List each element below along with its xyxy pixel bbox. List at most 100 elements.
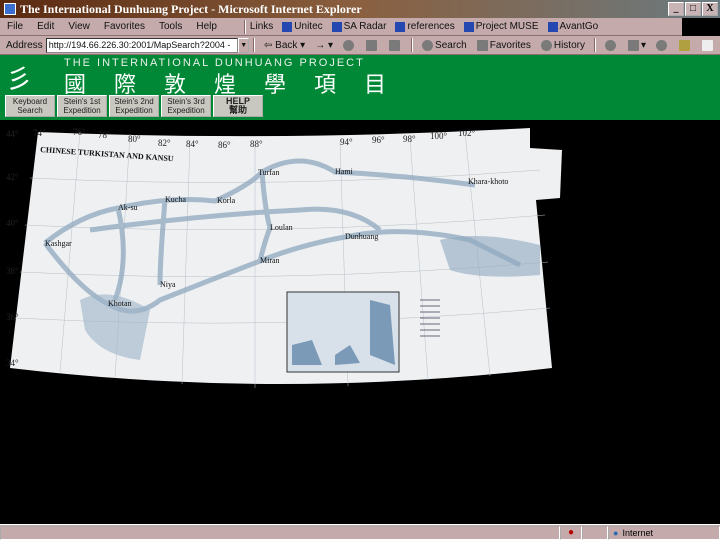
stein-1st-expedition-button[interactable]: Stein's 1st Expedition bbox=[57, 95, 107, 117]
divider bbox=[411, 38, 414, 52]
messenger-button[interactable] bbox=[702, 39, 715, 51]
place-label[interactable]: Miran bbox=[260, 256, 280, 265]
kansu-shading bbox=[440, 236, 540, 277]
menu-file[interactable]: File bbox=[7, 21, 23, 32]
refresh-icon bbox=[366, 39, 378, 51]
link-sa-radar[interactable]: SA Radar bbox=[331, 21, 386, 32]
menu-edit[interactable]: Edit bbox=[37, 21, 54, 32]
print-button[interactable]: ▾ bbox=[627, 39, 646, 51]
close-button[interactable]: X bbox=[702, 2, 718, 16]
coordinate-label: 44° bbox=[6, 129, 19, 139]
stop-button[interactable] bbox=[343, 39, 356, 51]
security-zone: ● Internet bbox=[608, 525, 720, 540]
btn-line: Expedition bbox=[63, 106, 101, 115]
link-label: references bbox=[407, 21, 455, 32]
history-button[interactable]: History bbox=[540, 39, 585, 51]
address-dropdown[interactable]: ▼ bbox=[238, 37, 249, 53]
coordinate-label: 96° bbox=[372, 135, 385, 145]
coordinate-label: 84° bbox=[186, 139, 199, 149]
coordinate-label: 98° bbox=[403, 134, 416, 144]
discuss-button[interactable] bbox=[679, 39, 692, 51]
print-icon bbox=[627, 39, 639, 51]
keyboard-search-button[interactable]: Keyboard Search bbox=[5, 95, 55, 117]
address-label: Address bbox=[6, 39, 43, 51]
help-button[interactable]: HELP 幫助 bbox=[213, 95, 263, 117]
link-label: Project MUSE bbox=[475, 21, 539, 32]
address-input[interactable]: http://194.66.226.30:2001/MapSearch?2004… bbox=[45, 37, 239, 53]
place-label[interactable]: Dunhuang bbox=[345, 232, 378, 241]
coordinate-label: 36° bbox=[6, 312, 19, 322]
btn-line: Stein's 3rd bbox=[167, 97, 205, 106]
address-bar: Address http://194.66.226.30:2001/MapSea… bbox=[0, 36, 720, 55]
title-bar: The International Dunhuang Project - Mic… bbox=[0, 0, 720, 18]
edit-button[interactable] bbox=[656, 39, 669, 51]
place-label[interactable]: Korla bbox=[217, 196, 236, 205]
mail-icon bbox=[604, 39, 616, 51]
link-label: Unitec bbox=[294, 21, 323, 32]
back-button[interactable]: ⇦ Back ▾ bbox=[264, 40, 305, 51]
divider bbox=[593, 38, 596, 52]
btn-line: Expedition bbox=[115, 106, 153, 115]
place-label[interactable]: Hami bbox=[335, 167, 354, 176]
place-label[interactable]: Kucha bbox=[165, 195, 186, 204]
favorites-button[interactable]: Favorites bbox=[476, 39, 531, 51]
btn-line: 幫助 bbox=[228, 105, 247, 115]
minimize-button[interactable]: _ bbox=[668, 2, 684, 16]
link-unitec[interactable]: Unitec bbox=[282, 21, 323, 32]
maximize-button[interactable]: □ bbox=[685, 2, 701, 16]
menu-tools[interactable]: Tools bbox=[159, 21, 182, 32]
search-label: Search bbox=[435, 39, 467, 51]
edit-icon bbox=[656, 39, 667, 51]
map-svg[interactable]: CHINESE TURKISTAN AND KANSU KashgarAk-su… bbox=[0, 120, 720, 524]
link-project-muse[interactable]: Project MUSE bbox=[463, 21, 539, 32]
place-label[interactable]: Khara-khoto bbox=[468, 177, 508, 186]
place-label[interactable]: Kashgar bbox=[45, 239, 72, 248]
divider bbox=[253, 38, 255, 52]
link-references[interactable]: references bbox=[395, 21, 455, 32]
page-icon bbox=[547, 21, 558, 32]
messenger-icon bbox=[702, 39, 713, 51]
stein-2nd-expedition-button[interactable]: Stein's 2nd Expedition bbox=[109, 95, 159, 117]
globe-icon: ● bbox=[613, 527, 619, 538]
coordinate-label: 100° bbox=[430, 131, 448, 141]
favorites-label: Favorites bbox=[489, 39, 531, 51]
idp-banner: 彡 THE INTERNATIONAL DUNHUANG PROJECT 國際敦… bbox=[0, 55, 720, 120]
refresh-button[interactable] bbox=[366, 39, 379, 51]
idp-logo: 彡 bbox=[6, 65, 33, 95]
home-button[interactable] bbox=[389, 39, 402, 51]
menu-view[interactable]: View bbox=[68, 21, 90, 32]
mail-button[interactable] bbox=[604, 39, 618, 51]
status-text bbox=[0, 525, 560, 540]
stein-3rd-expedition-button[interactable]: Stein's 3rd Expedition bbox=[161, 95, 211, 117]
menu-bar: File Edit View Favorites Tools Help Link… bbox=[0, 18, 720, 36]
coordinate-label: 76° bbox=[73, 127, 86, 137]
place-label[interactable]: Loulan bbox=[270, 223, 293, 232]
place-label[interactable]: Turfan bbox=[258, 168, 279, 177]
coordinate-label: 34° bbox=[6, 358, 19, 368]
coordinate-label: 74° bbox=[33, 128, 46, 138]
page-icon bbox=[395, 21, 406, 32]
btn-line: Stein's 2nd bbox=[114, 97, 154, 106]
forward-icon: → bbox=[315, 39, 326, 51]
status-bar: ● ● Internet bbox=[0, 524, 720, 540]
search-icon bbox=[422, 39, 434, 51]
links-label: Links bbox=[249, 21, 274, 32]
discuss-icon bbox=[679, 39, 690, 51]
btn-line: Search bbox=[17, 106, 43, 115]
coordinate-label: 78° bbox=[98, 130, 111, 140]
back-label: Back bbox=[275, 39, 298, 51]
menu-help[interactable]: Help bbox=[196, 21, 217, 32]
coordinate-label: 80° bbox=[128, 134, 141, 144]
link-avantgo[interactable]: AvantGo bbox=[547, 21, 598, 32]
window-title: The International Dunhuang Project - Mic… bbox=[20, 1, 362, 16]
page-icon bbox=[463, 21, 474, 32]
menu-favorites[interactable]: Favorites bbox=[104, 21, 145, 32]
favorites-icon bbox=[476, 39, 488, 51]
place-label[interactable]: Khotan bbox=[108, 299, 132, 308]
page-icon bbox=[282, 21, 293, 32]
forward-button[interactable]: → ▾ bbox=[315, 40, 333, 51]
place-label[interactable]: Ak-su bbox=[118, 203, 138, 212]
search-button[interactable]: Search bbox=[422, 39, 467, 51]
windows-logo-throbber bbox=[682, 18, 720, 36]
place-label[interactable]: Niya bbox=[160, 280, 176, 289]
